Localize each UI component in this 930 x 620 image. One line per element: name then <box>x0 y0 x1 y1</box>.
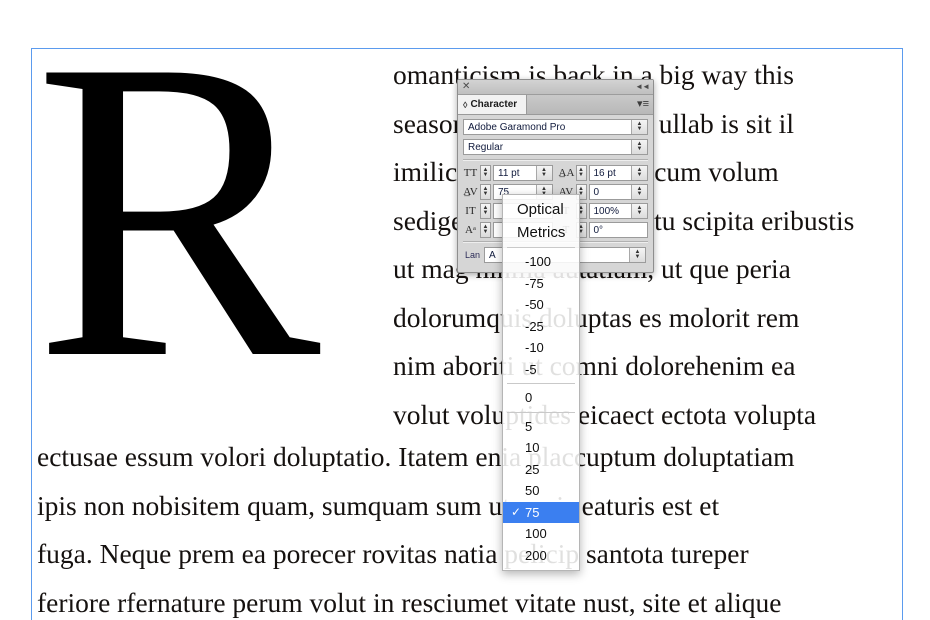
baseline-shift-spinner[interactable]: ▲▼ <box>480 222 491 238</box>
skew-value: 0° <box>590 225 604 236</box>
text-line: ectusae essum volori doluptatio. Itatem … <box>37 433 899 482</box>
close-icon[interactable]: ✕ <box>462 81 470 92</box>
menu-divider <box>507 383 575 384</box>
font-size-value: 11 pt <box>494 168 520 179</box>
menu-item-value[interactable]: -75 <box>503 273 579 295</box>
font-style-field[interactable]: Regular ▲ ▼ <box>463 139 648 155</box>
menu-item-optical[interactable]: Optical <box>503 198 579 221</box>
font-size-stepper[interactable]: ▲▼ <box>536 166 552 180</box>
menu-item-value[interactable]: 50 <box>503 480 579 502</box>
font-style-value: Regular <box>464 142 503 153</box>
size-leading-row: TT ▲▼ 11 pt ▲▼ A̲A ▲▼ 16 pt ▲▼ <box>463 165 648 181</box>
text-line: feriore rfernature perum volut in resciu… <box>37 579 899 620</box>
horizontal-scale-value: 100% <box>590 206 620 217</box>
vertical-scale-spinner[interactable]: ▲▼ <box>480 203 491 219</box>
full-width-paragraph: ectusae essum volori doluptatio. Itatem … <box>37 433 899 620</box>
menu-item-value[interactable]: 0 <box>503 387 579 409</box>
panel-tab-strip: ◊ Character ▾≡ <box>458 95 653 115</box>
kerning-icon: A̲V <box>463 186 478 198</box>
font-size-field[interactable]: 11 pt ▲▼ <box>493 165 553 181</box>
leading-value: 16 pt <box>590 168 616 179</box>
horizontal-scale-stepper[interactable]: ▲▼ <box>631 204 647 218</box>
text-line: nim aboriti ut comni dolorehenim ea <box>393 342 901 391</box>
menu-item-label: 75 <box>525 505 539 520</box>
leading-stepper[interactable]: ▲▼ <box>631 166 647 180</box>
chevron-down-icon: ▼ <box>637 147 643 152</box>
chevron-down-icon: ▼ <box>637 211 643 216</box>
menu-item-value[interactable]: -25 <box>503 316 579 338</box>
font-size-icon: TT <box>463 167 478 179</box>
font-size-control[interactable]: TT ▲▼ 11 pt ▲▼ <box>463 165 553 181</box>
menu-item-value[interactable]: -10 <box>503 337 579 359</box>
menu-item-value[interactable]: -100 <box>503 251 579 273</box>
chevron-down-icon: ▼ <box>635 255 641 260</box>
font-family-value: Adobe Garamond Pro <box>464 122 565 133</box>
drop-cap-letter: R <box>34 15 384 405</box>
panel-titlebar: ✕ ◄◄ <box>458 80 653 95</box>
chevron-down-icon: ▼ <box>483 192 489 197</box>
text-line: volut voluptides eicaect ectota volupta <box>393 391 901 440</box>
kerning-spinner[interactable]: ▲▼ <box>480 184 491 200</box>
tracking-field[interactable]: 0 ▲▼ <box>589 184 649 200</box>
leading-spinner[interactable]: ▲▼ <box>576 165 587 181</box>
tab-label: Character <box>470 99 517 110</box>
menu-item-value[interactable]: -5 <box>503 359 579 381</box>
tab-character[interactable]: ◊ Character <box>458 95 527 114</box>
chevron-down-icon: ▼ <box>483 173 489 178</box>
chevron-down-icon: ▼ <box>483 230 489 235</box>
menu-item-value[interactable]: 100 <box>503 523 579 545</box>
leading-icon: A̲A <box>559 167 574 179</box>
tracking-stepper[interactable]: ▲▼ <box>631 185 647 199</box>
collapse-panel-icon[interactable]: ◄◄ <box>635 82 649 91</box>
chevron-down-icon: ▼ <box>483 211 489 216</box>
kerning-dropdown-menu[interactable]: Optical Metrics -100 -75 -50 -25 -10 -5 … <box>502 194 580 571</box>
font-size-spinner[interactable]: ▲▼ <box>480 165 491 181</box>
text-line: fuga. Neque prem ea porecer rovitas nati… <box>37 530 899 579</box>
baseline-shift-icon: Aᵃ <box>463 224 478 236</box>
language-label: Lan <box>465 250 480 260</box>
language-stepper[interactable]: ▲▼ <box>629 248 645 262</box>
vertical-scale-icon: IT <box>463 205 478 217</box>
menu-item-value[interactable]: 10 <box>503 437 579 459</box>
panel-menu-icon[interactable]: ▾≡ <box>637 98 649 110</box>
font-style-stepper[interactable]: ▲ ▼ <box>631 140 647 154</box>
menu-item-value-selected[interactable]: ✓ 75 <box>503 502 579 524</box>
menu-item-value[interactable]: -50 <box>503 294 579 316</box>
menu-item-value[interactable]: 200 <box>503 545 579 567</box>
chevron-down-icon: ▼ <box>637 173 643 178</box>
chevron-down-icon: ▼ <box>637 127 643 132</box>
language-value: A <box>485 250 496 261</box>
leading-field[interactable]: 16 pt ▲▼ <box>589 165 649 181</box>
checkmark-icon: ✓ <box>511 502 521 524</box>
menu-divider <box>507 247 575 248</box>
text-line: dolorumquis doluptas es molorit rem <box>393 294 901 343</box>
menu-item-metrics[interactable]: Metrics <box>503 221 579 244</box>
menu-item-value[interactable]: 5 <box>503 416 579 438</box>
chevron-down-icon: ▼ <box>578 173 584 178</box>
menu-divider <box>507 412 575 413</box>
leading-control[interactable]: A̲A ▲▼ 16 pt ▲▼ <box>559 165 649 181</box>
tab-grip-icon: ◊ <box>463 100 467 110</box>
divider <box>463 159 648 161</box>
menu-item-value[interactable]: 25 <box>503 459 579 481</box>
font-family-stepper[interactable]: ▲ ▼ <box>631 120 647 134</box>
font-family-field[interactable]: Adobe Garamond Pro ▲ ▼ <box>463 119 648 135</box>
indesign-canvas: R omanticism is back in a big way this s… <box>0 0 930 620</box>
tracking-value: 0 <box>590 187 600 198</box>
skew-field[interactable]: 0° <box>589 222 649 238</box>
horizontal-scale-field[interactable]: 100% ▲▼ <box>589 203 649 219</box>
chevron-down-icon: ▼ <box>637 192 643 197</box>
text-line: ipis non nobisitem quam, sumquam sum ut … <box>37 482 899 531</box>
chevron-down-icon: ▼ <box>541 173 547 178</box>
